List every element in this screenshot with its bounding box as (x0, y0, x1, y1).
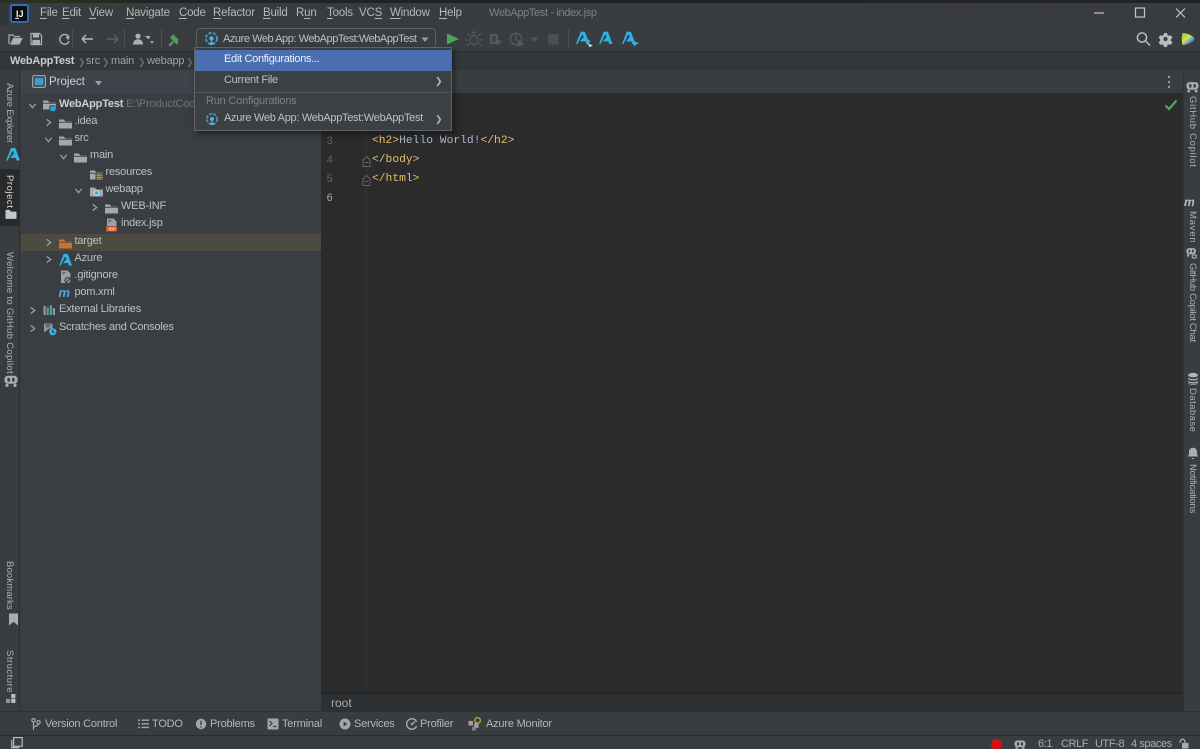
svg-text:JSP: JSP (107, 227, 115, 232)
svg-text:IJ: IJ (16, 9, 24, 19)
